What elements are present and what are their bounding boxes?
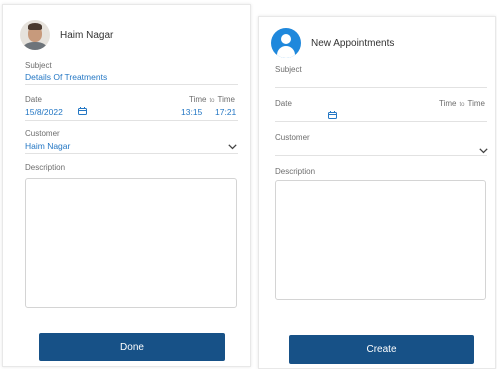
date-value[interactable]: 15/8/2022 <box>25 107 63 117</box>
date-label: Date <box>275 99 292 108</box>
divider <box>25 120 238 121</box>
customer-label: Customer <box>275 133 310 142</box>
user-icon <box>271 28 301 58</box>
customer-name-title: Haim Nagar <box>60 29 114 41</box>
time-start-label: Time <box>189 95 207 104</box>
chevron-down-icon[interactable] <box>479 148 488 154</box>
divider <box>25 84 238 85</box>
time-end-label: Time <box>217 95 235 104</box>
description-textarea[interactable] <box>25 178 237 308</box>
subject-label: Subject <box>275 65 302 74</box>
description-textarea[interactable] <box>275 180 486 300</box>
panel-header: New Appointments <box>271 28 394 58</box>
customer-label: Customer <box>25 129 60 138</box>
date-label: Date <box>25 95 42 104</box>
subject-input[interactable]: Details Of Treatments <box>25 72 107 82</box>
panel-header: Haim Nagar <box>20 20 113 50</box>
divider <box>25 153 238 154</box>
description-label: Description <box>25 163 66 172</box>
divider <box>275 155 487 156</box>
time-labels: Time to Time <box>189 95 235 104</box>
subject-input[interactable] <box>275 87 487 88</box>
time-to-label: to <box>459 102 465 108</box>
time-start-label: Time <box>439 99 457 108</box>
divider <box>275 121 487 122</box>
end-time-value[interactable]: 17:21 <box>215 107 236 117</box>
create-button[interactable]: Create <box>289 335 474 364</box>
customer-select[interactable]: Haim Nagar <box>25 141 70 151</box>
done-button[interactable]: Done <box>39 333 225 361</box>
description-label: Description <box>275 167 316 176</box>
subject-label: Subject <box>25 61 52 70</box>
chevron-down-icon[interactable] <box>228 144 237 150</box>
calendar-icon[interactable] <box>78 107 87 115</box>
panel-title: New Appointments <box>311 37 395 49</box>
start-time-value[interactable]: 13:15 <box>181 107 202 117</box>
time-to-label: to <box>209 98 215 104</box>
appointment-details-panel: Haim Nagar Subject Details Of Treatments… <box>2 4 251 367</box>
calendar-icon[interactable] <box>328 111 337 119</box>
avatar <box>20 20 50 50</box>
time-labels: Time to Time <box>439 99 485 108</box>
new-appointment-panel: New Appointments Subject Date Time to Ti… <box>258 16 496 369</box>
time-end-label: Time <box>467 99 485 108</box>
